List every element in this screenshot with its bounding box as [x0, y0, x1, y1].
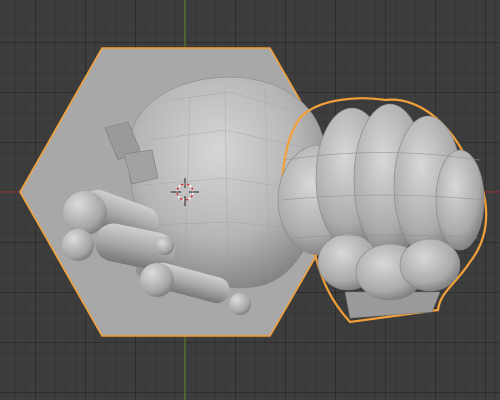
viewport-canvas[interactable] — [0, 0, 500, 400]
3d-viewport[interactable] — [0, 0, 500, 400]
